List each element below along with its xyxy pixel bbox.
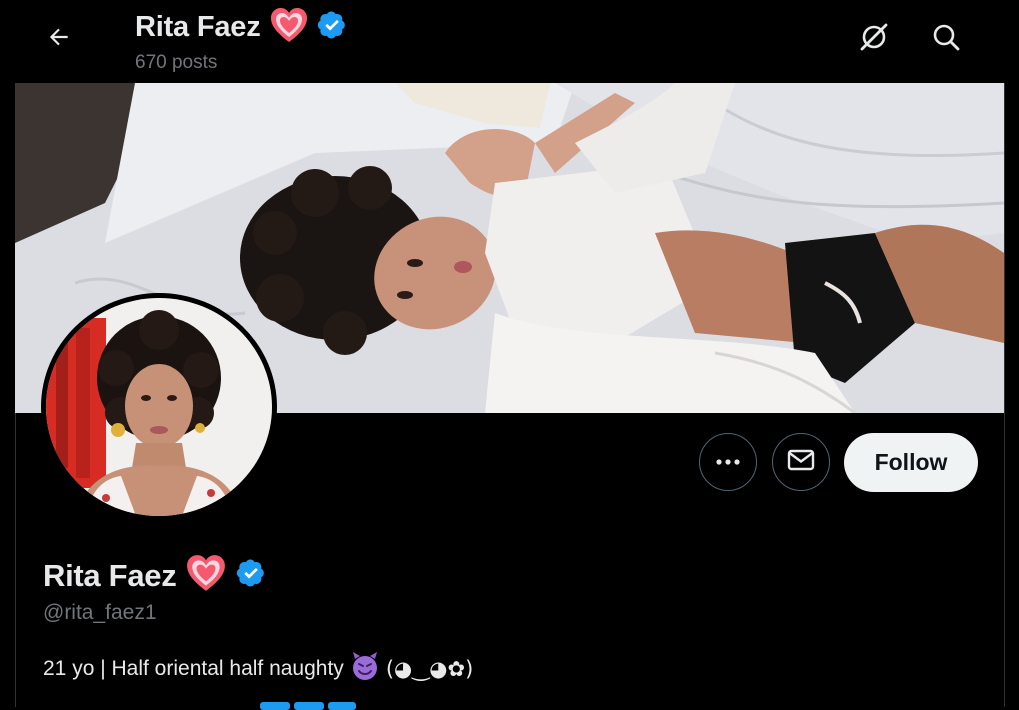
bio-kaomoji: (◕‿◕✿) bbox=[385, 657, 474, 681]
next-row-badge-peek bbox=[260, 702, 290, 710]
heart-icon bbox=[269, 6, 309, 49]
profile-header: Rita Faez 670 posts bbox=[0, 0, 1019, 83]
next-row-badge-peek bbox=[328, 702, 356, 710]
arrow-left-icon bbox=[46, 24, 72, 55]
grok-button[interactable] bbox=[853, 18, 895, 60]
column-divider-right bbox=[1004, 0, 1005, 707]
profile-avatar[interactable] bbox=[41, 293, 277, 521]
verified-badge-icon[interactable] bbox=[236, 558, 266, 593]
message-button[interactable] bbox=[772, 433, 830, 491]
heart-icon bbox=[185, 553, 227, 598]
search-icon bbox=[930, 21, 962, 58]
profile-display-name: Rita Faez bbox=[43, 557, 177, 593]
header-display-name: Rita Faez bbox=[135, 11, 261, 43]
more-dots-icon bbox=[715, 453, 741, 471]
smiling-devil-icon bbox=[350, 651, 380, 687]
header-title: Rita Faez bbox=[135, 6, 347, 49]
next-row-badge-peek bbox=[294, 702, 324, 710]
search-button[interactable] bbox=[925, 18, 967, 60]
grok-icon bbox=[857, 20, 891, 59]
profile-handle: @rita_faez1 bbox=[43, 601, 157, 624]
profile-bio: 21 yo | Half oriental half naughty (◕‿◕✿… bbox=[43, 651, 473, 687]
follow-button[interactable]: Follow bbox=[844, 433, 978, 492]
more-options-button[interactable] bbox=[699, 433, 757, 491]
posts-count: 670 posts bbox=[135, 52, 218, 73]
mail-icon bbox=[787, 448, 815, 477]
bio-text: 21 yo | Half oriental half naughty bbox=[43, 657, 344, 680]
profile-name-row: Rita Faez bbox=[43, 553, 266, 598]
verified-badge-icon[interactable] bbox=[317, 10, 347, 45]
back-button[interactable] bbox=[38, 18, 80, 60]
